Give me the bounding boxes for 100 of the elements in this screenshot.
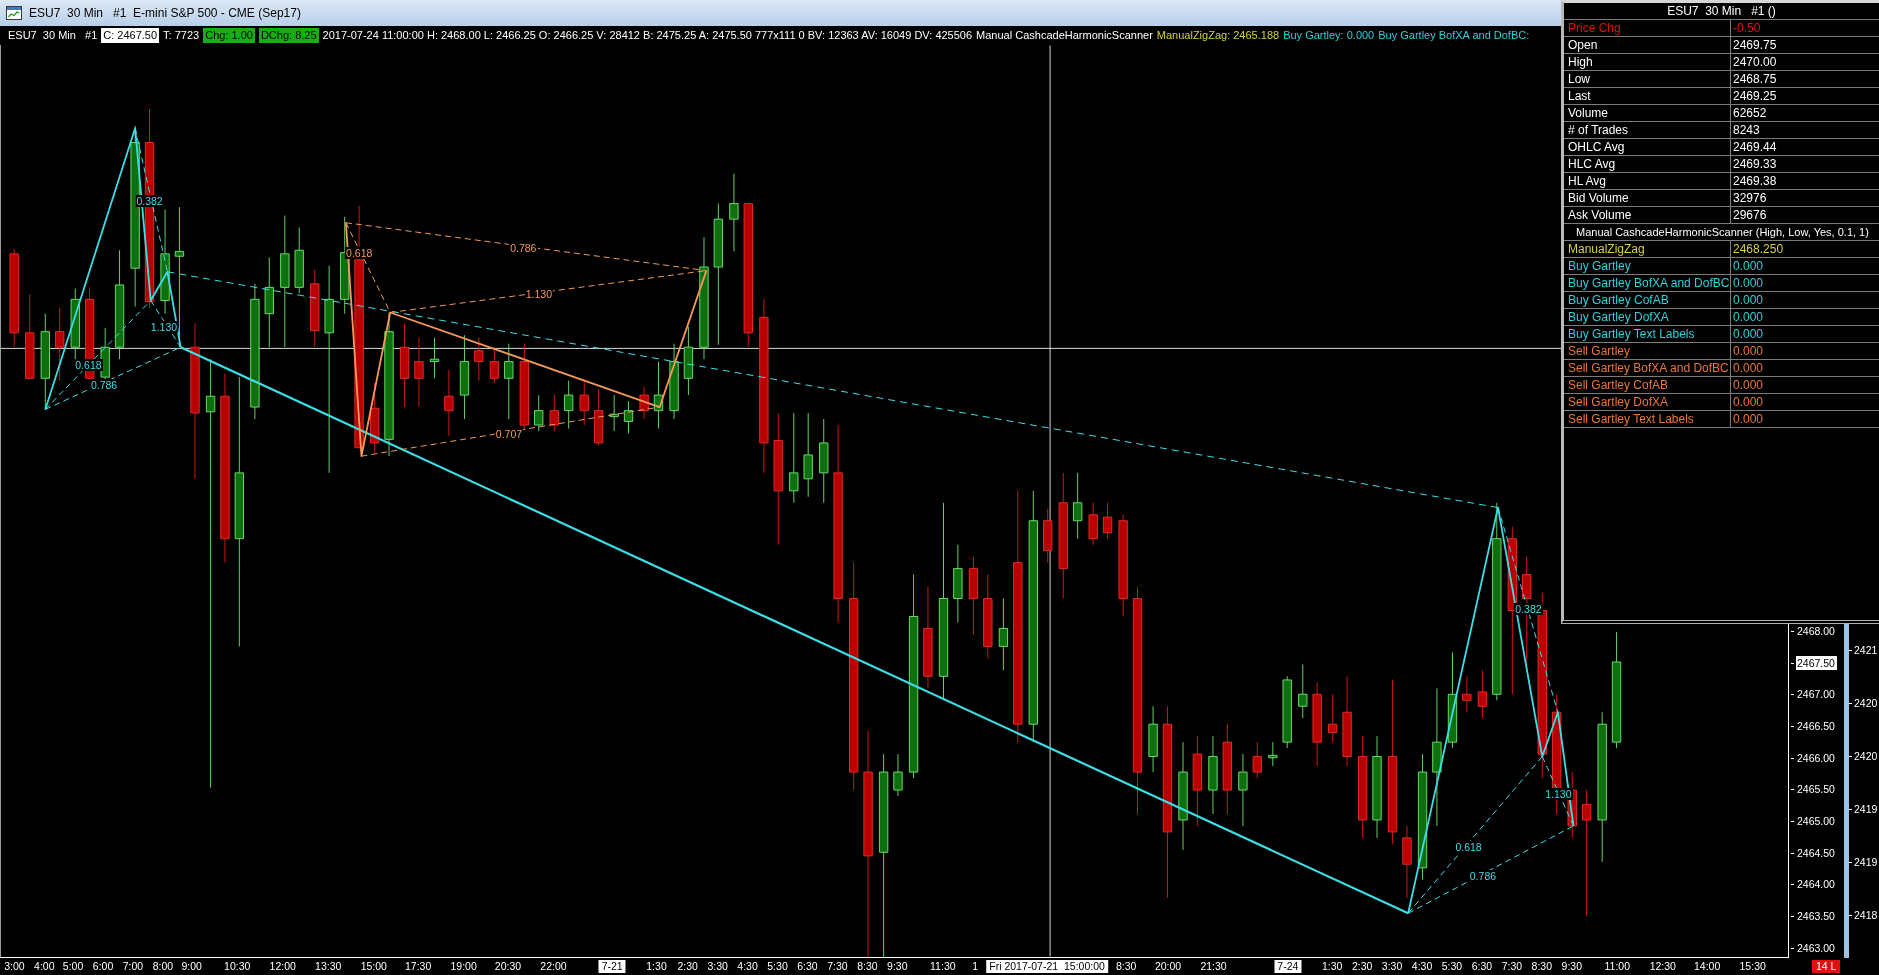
study-value-text: Buy Gartley BofXA and DofBC: xyxy=(1378,28,1530,43)
time-label: 8:30 xyxy=(857,960,878,973)
price-label: 2464.50 xyxy=(1791,845,1837,860)
field-label: Last xyxy=(1564,88,1731,104)
time-label: 4:30 xyxy=(737,960,758,973)
field-label: ManualZigZag xyxy=(1564,241,1731,257)
field-value: 2469.33 xyxy=(1732,156,1778,172)
field-label: Sell Gartley xyxy=(1564,343,1731,359)
date-label: 7-21 xyxy=(598,960,626,973)
time-label: 17:30 xyxy=(404,960,432,973)
field-value: 2469.38 xyxy=(1732,173,1778,189)
time-label: 5:00 xyxy=(62,960,84,973)
study-value-text: Buy Gartley: 0.000 xyxy=(1283,28,1375,43)
time-label: 22:00 xyxy=(540,960,567,973)
ratio-label: 1.130 xyxy=(1544,788,1573,801)
counter-badge: 14 L xyxy=(1812,960,1841,973)
field-label: Sell Gartley BofXA and DofBC xyxy=(1564,360,1731,376)
time-label: 19:00 xyxy=(450,960,477,973)
secondary-price-label: 2421 xyxy=(1849,643,1878,657)
field-value: 62652 xyxy=(1732,105,1768,121)
price-label: 2464.00 xyxy=(1791,877,1837,892)
time-label: 2:30 xyxy=(677,960,698,973)
ratio-label: 0.786 xyxy=(89,378,119,391)
secondary-price-label: 2419 xyxy=(1849,855,1878,869)
ratio-label: 0.382 xyxy=(1514,602,1543,615)
field-value: 2469.25 xyxy=(1732,88,1778,104)
time-label: 6:00 xyxy=(92,960,114,973)
time-label: 7:30 xyxy=(827,960,848,973)
time-label: 3:30 xyxy=(707,960,728,973)
field-label: Bid Volume xyxy=(1564,190,1731,206)
price-label: 2466.50 xyxy=(1791,718,1837,733)
field-value: 32976 xyxy=(1732,190,1768,206)
time-label: 4:00 xyxy=(34,960,55,973)
change-badge: Chg: 1.00 xyxy=(203,28,255,43)
secondary-price-label: 2418 xyxy=(1849,908,1878,922)
time-label: 12:30 xyxy=(1649,960,1676,973)
time-label: 1:30 xyxy=(646,960,667,973)
field-label: Sell Gartley CofAB xyxy=(1564,377,1731,393)
ratio-label: 0.618 xyxy=(74,359,103,372)
time-label: 20:00 xyxy=(1154,960,1182,973)
time-label: 8:00 xyxy=(152,960,174,973)
info-text: 2017-07-24 11:00:00 H: 2468.00 L: 2466.25 O: 2466.25 V: 28412 B: 2475.25 A: 2475.50 777x111 0 BV: 12363 AV: 16049 DV: 425506 xyxy=(322,28,973,43)
time-label: 9:00 xyxy=(181,960,202,973)
field-value: 2469.75 xyxy=(1732,37,1778,53)
cursor-time-label: Fri 2017-07-21 15:00:00 xyxy=(986,960,1108,973)
time-label: 6:30 xyxy=(1471,960,1493,973)
time-label: 20:30 xyxy=(494,960,522,973)
field-value: 0.000 xyxy=(1732,360,1765,376)
field-label: OHLC Avg xyxy=(1564,139,1731,155)
time-label: 15:00 xyxy=(360,960,387,973)
secondary-price-label: 2420 xyxy=(1849,696,1878,710)
time-label: 5:30 xyxy=(767,960,788,973)
field-value: 0.000 xyxy=(1732,326,1765,342)
field-value: 0.000 xyxy=(1732,258,1765,274)
ratio-label: 0.382 xyxy=(135,195,164,208)
field-value: 2468.250 xyxy=(1732,241,1785,257)
field-label: Open xyxy=(1564,37,1731,53)
ratio-label: 1.130 xyxy=(524,287,554,300)
study-title: Manual CashcadeHarmonicScanner (High, Low, Yes, 0.1, 1) xyxy=(1564,224,1879,241)
time-label: 7:30 xyxy=(1501,960,1523,973)
data-window-title: ESU7 30 Min #1 () xyxy=(1564,3,1879,20)
info-text: Manual CashcadeHarmonicScanner xyxy=(976,28,1153,43)
secondary-price-label: 2419 xyxy=(1849,802,1878,816)
field-value: 0.000 xyxy=(1732,394,1765,410)
field-value: 0.000 xyxy=(1732,275,1765,291)
time-label: 13:30 xyxy=(315,960,342,973)
price-label: 2465.00 xyxy=(1791,813,1837,828)
field-label: HLC Avg xyxy=(1564,156,1731,172)
time-label: 2:30 xyxy=(1351,960,1373,973)
ratio-label: 0.786 xyxy=(1468,869,1498,882)
field-label: Low xyxy=(1564,71,1731,87)
field-value: 2469.44 xyxy=(1732,139,1778,155)
date-label: 7-24 xyxy=(1274,960,1302,973)
time-label: 5:30 xyxy=(1441,960,1463,973)
field-value: -0.50 xyxy=(1732,20,1762,36)
ratio-label: 0.618 xyxy=(1454,841,1483,854)
field-label: Sell Gartley DofXA xyxy=(1564,394,1731,410)
time-label: 21:30 xyxy=(1200,960,1227,973)
field-value: 0.000 xyxy=(1732,377,1765,393)
field-value: 2468.75 xyxy=(1732,71,1778,87)
price-label: 2468.00 xyxy=(1791,624,1837,638)
field-label: Buy Gartley xyxy=(1564,258,1731,274)
current-price-label: 2467.50 xyxy=(1791,655,1837,670)
price-label: 2463.50 xyxy=(1791,908,1837,923)
time-label: 10:30 xyxy=(224,960,251,973)
price-label: 2463.00 xyxy=(1791,940,1837,955)
field-label: Buy Gartley CofAB xyxy=(1564,292,1731,308)
field-label: Price Chg xyxy=(1564,20,1731,36)
ratio-label: 1.130 xyxy=(149,321,179,334)
field-label: Buy Gartley Text Labels xyxy=(1564,326,1731,342)
time-label: 9:30 xyxy=(887,960,908,973)
field-label: Sell Gartley Text Labels xyxy=(1564,411,1731,427)
ratio-label: 0.786 xyxy=(509,242,538,255)
time-label: 12:00 xyxy=(269,960,296,973)
field-value: 0.000 xyxy=(1732,309,1765,325)
price-label: 2466.00 xyxy=(1791,750,1837,765)
field-value: 2470.00 xyxy=(1732,54,1778,70)
info-text: T: 7723 xyxy=(163,28,200,43)
change-badge: DChg: 8.25 xyxy=(258,28,319,43)
field-value: 0.000 xyxy=(1732,411,1765,427)
